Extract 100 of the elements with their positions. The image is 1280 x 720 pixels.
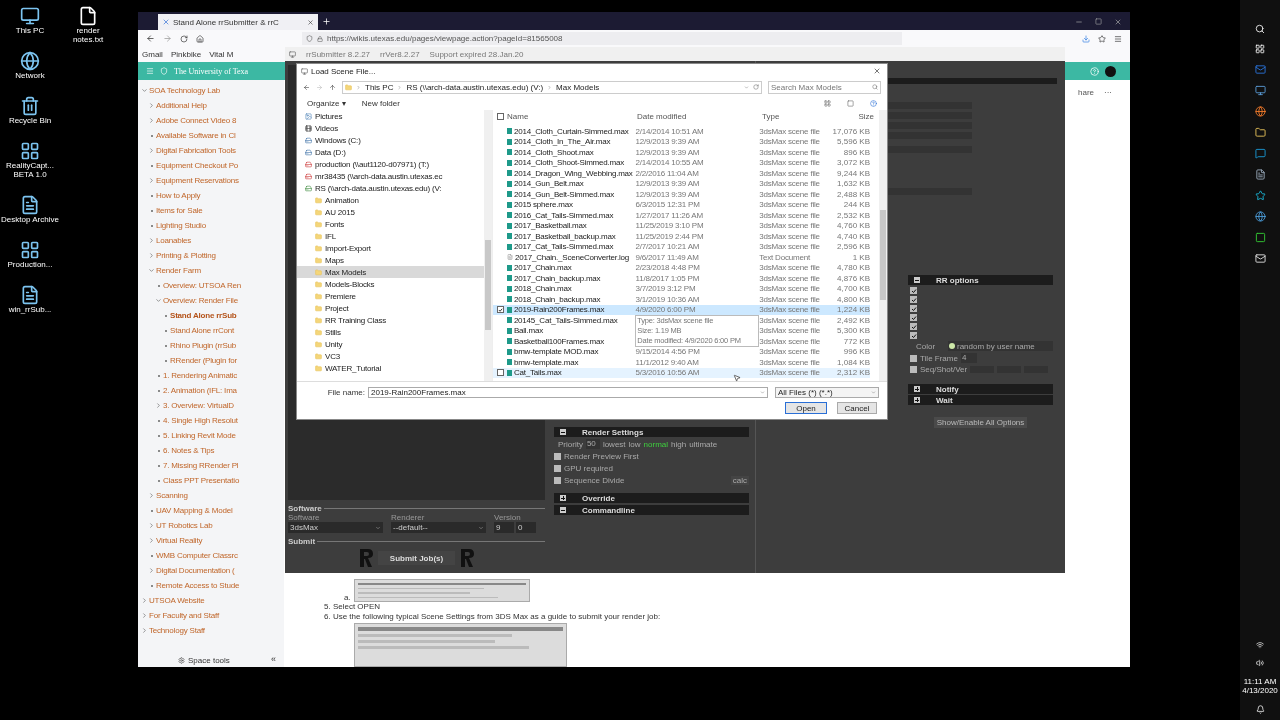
folder-tree-item[interactable]: RS (\\arch-data.austin.utexas.edu) (V: [297, 182, 484, 194]
chevron-right-icon[interactable] [141, 597, 148, 604]
chevron-right-icon[interactable] [148, 567, 155, 574]
sidebar-item[interactable]: 1. Rendering Animatic [163, 371, 238, 380]
folder-tree-item[interactable]: IFL [297, 230, 484, 242]
sidebar-item[interactable]: UAV Mapping & Model [156, 506, 233, 515]
file-row[interactable]: 2017_Chain._SceneConverter.log 9/6/2017 11:49 AM Text Document 1 KB [493, 252, 870, 263]
folder-tree-item[interactable]: Windows (C:) [297, 134, 484, 146]
reload-icon[interactable] [180, 34, 188, 43]
chevron-right-icon[interactable] [141, 627, 148, 634]
sidebar-item[interactable]: Printing & Plotting [156, 251, 216, 260]
file-row[interactable]: 2017_Cat_Tails-Simmed.max 2/7/2017 10:21 AM 3dsMax scene file 2,596 KB [493, 241, 870, 252]
file-row[interactable]: Cat_Tails.max 5/3/2016 10:56 AM 3dsMax scene file 2,312 KB [493, 367, 870, 378]
sidebar-item[interactable]: Lighting Studio [156, 221, 206, 230]
sidebar-item[interactable]: Adobe Connect Video 8 [156, 116, 237, 125]
file-row[interactable]: 2014_Gun_Belt-Simmed.max 12/9/2013 9:39 AM 3dsMax scene file 2,488 KB [493, 189, 870, 200]
user-avatar[interactable] [1105, 65, 1116, 77]
sidebar-item[interactable]: Render Farm [156, 266, 201, 275]
chevron-down-icon[interactable] [155, 297, 162, 304]
checkbox[interactable] [910, 314, 917, 321]
file-name-field[interactable]: 2019-Rain200Frames.max [368, 387, 768, 398]
column-header[interactable]: Date modified [637, 111, 762, 121]
sidebar-item[interactable]: UTSOA Website [149, 596, 205, 605]
sidebar-item[interactable]: 7. Missing RRender Pl [163, 461, 239, 470]
browser-tab[interactable]: Stand Alone rrSubmitter & rrC [158, 14, 318, 30]
priority-level[interactable]: high [671, 439, 687, 449]
dropdown-field[interactable]: 3dsMax [288, 522, 383, 533]
desktop-app-icon[interactable] [20, 285, 40, 305]
checkbox[interactable] [554, 464, 561, 472]
folder-tree-item[interactable]: Stills [297, 326, 484, 338]
sidebar-item[interactable]: SOA Technology Lab [149, 86, 220, 95]
notification-icon[interactable] [1255, 705, 1265, 714]
folder-tree-item[interactable]: Pictures [297, 110, 484, 122]
folder-tree-item[interactable]: Animation [297, 194, 484, 206]
folder-tree-item[interactable]: Premiere [297, 290, 484, 302]
file-row[interactable]: 2018_Chain_backup.max 3/1/2019 10:36 AM 3dsMax scene file 4,800 KB [493, 294, 870, 305]
folder-tree-item[interactable]: RR Training Class [297, 314, 484, 326]
collapse-sidebar-button[interactable]: « [271, 653, 276, 667]
clock-time[interactable]: 11:11 AM [1243, 677, 1277, 686]
dropdown-field[interactable]: --default-- [391, 522, 486, 533]
sidebar-item[interactable]: Items for Sale [156, 206, 203, 215]
sidebar-item[interactable]: Available Software in Cl [156, 131, 236, 140]
home-icon[interactable] [196, 34, 204, 43]
priority-level[interactable]: low [628, 439, 641, 449]
more-button[interactable]: ··· [1104, 88, 1112, 97]
download-icon[interactable] [1082, 34, 1090, 43]
sidebar-item[interactable]: Class PPT Presentatio [163, 476, 240, 485]
sidebar-item[interactable]: 4. Single High Resolut [163, 416, 238, 425]
new-tab-icon[interactable] [322, 17, 331, 26]
folder-tree-item[interactable]: Maps [297, 254, 484, 266]
preview-pane-icon[interactable] [847, 99, 854, 107]
scrollbar[interactable] [484, 110, 492, 381]
star-icon[interactable] [1254, 190, 1266, 201]
section-title[interactable]: Wait [936, 395, 953, 405]
checkbox[interactable] [497, 112, 504, 120]
sidebar-item[interactable]: Equipment Checkout Po [156, 161, 239, 170]
document-icon[interactable] [1254, 169, 1266, 180]
chevron-right-icon[interactable] [148, 147, 155, 154]
checkbox[interactable] [554, 452, 561, 460]
app-icon[interactable] [1254, 232, 1266, 243]
priority-field[interactable]: 50 [585, 439, 600, 449]
submit-jobs-button[interactable]: Submit Job(s) [377, 551, 456, 565]
chevron-down-icon[interactable] [141, 87, 148, 94]
expand-icon[interactable] [560, 495, 566, 501]
back-icon[interactable] [146, 34, 155, 43]
close-tab-icon[interactable] [307, 18, 314, 26]
checkbox[interactable] [910, 354, 917, 362]
sidebar-item[interactable]: Digital Documentation ( [156, 566, 235, 575]
breadcrumb-item[interactable]: This PC [365, 82, 394, 92]
folder-tree-item[interactable]: AU 2015 [297, 206, 484, 218]
text-file-icon[interactable] [78, 6, 98, 26]
chevron-right-icon[interactable] [148, 252, 155, 259]
globe-icon[interactable] [1254, 211, 1266, 222]
folder-tree-item[interactable]: Project [297, 302, 484, 314]
color-dropdown[interactable]: random by user name [948, 341, 1053, 351]
file-row[interactable]: 2017_Chain.max 2/23/2018 4:48 PM 3dsMax scene file 4,780 KB [493, 262, 870, 273]
input-field[interactable] [886, 122, 972, 129]
sidebar-item[interactable]: Rhino Plugin (rrSub [170, 341, 236, 350]
sidebar-item[interactable]: Additional Help [156, 101, 207, 110]
breadcrumb-bar[interactable]: This PC RS (\\arch-data.austin.utexas.edu) (V:) Max Models [342, 80, 762, 94]
cancel-button[interactable]: Cancel [837, 402, 877, 414]
chevron-right-icon[interactable] [148, 492, 155, 499]
search-icon[interactable] [1255, 24, 1265, 34]
chat-icon[interactable] [1254, 148, 1266, 159]
bookmark-link[interactable]: Gmail [142, 50, 163, 59]
sidebar-item[interactable]: 2. Animation (IFL: Ima [163, 386, 237, 395]
priority-level[interactable]: lowest [602, 439, 626, 449]
folder-tree-item[interactable]: Fonts [297, 218, 484, 230]
folder-tree-item[interactable]: Models-Blocks [297, 278, 484, 290]
input-field[interactable] [886, 146, 972, 153]
chevron-right-icon[interactable] [148, 237, 155, 244]
collapse-icon[interactable] [560, 429, 566, 435]
desktop-app-icon[interactable] [20, 240, 40, 260]
folder-tree-item[interactable]: Unity [297, 338, 484, 350]
column-header[interactable]: Size [832, 111, 874, 121]
expand-icon[interactable] [914, 397, 920, 403]
network-icon[interactable] [1256, 641, 1264, 649]
calc-button[interactable]: calc [730, 475, 749, 485]
version-field[interactable]: 9 [494, 522, 514, 533]
sidebar-item[interactable]: Digital Fabrication Tools [156, 146, 236, 155]
